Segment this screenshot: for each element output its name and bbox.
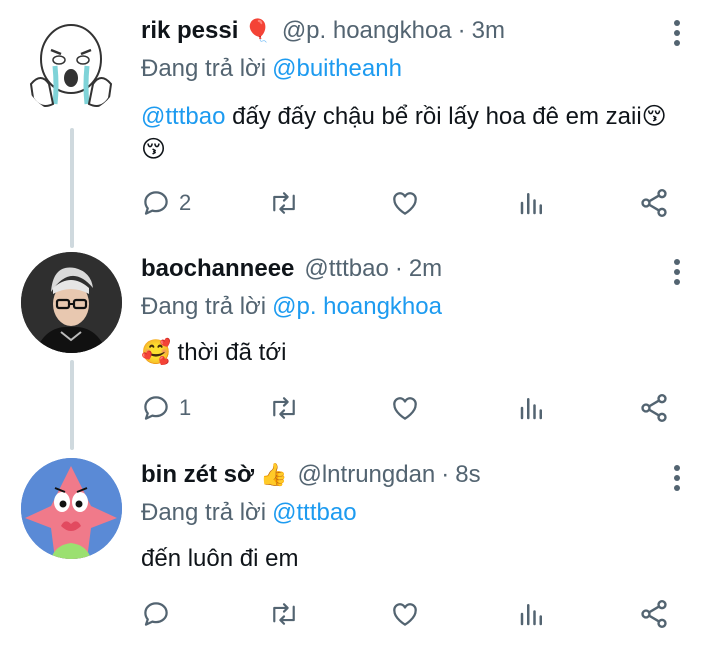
like-button[interactable] — [390, 597, 420, 631]
separator-dot: · — [441, 461, 450, 488]
replying-to: Đang trả lời @buitheanh — [141, 54, 669, 84]
retweet-button[interactable] — [267, 186, 301, 220]
replying-to-label: Đang trả lời — [141, 55, 267, 82]
reply-count: 1 — [179, 395, 192, 420]
retweet-button[interactable] — [267, 391, 301, 425]
share-icon — [641, 394, 667, 422]
tweet[interactable]: baochanneee @tttbao · 2m Đang trả lời @p.… — [0, 240, 719, 440]
thumbs-up-emoji: 👍 — [260, 462, 288, 487]
replying-to: Đang trả lời @tttbao — [141, 498, 669, 528]
analytics-button[interactable] — [517, 391, 547, 425]
action-bar: 1 — [141, 391, 681, 425]
tweet[interactable]: rik pessi 🎈 @p. hoangkhoa · 3m Đang trả … — [0, 0, 719, 235]
pink-starfish-avatar — [21, 458, 122, 559]
user-handle[interactable]: @lntrungdan — [297, 460, 435, 490]
more-options-icon[interactable] — [665, 462, 689, 492]
reply-icon — [144, 191, 168, 215]
body-mention[interactable]: @tttbao — [141, 103, 225, 130]
timestamp[interactable]: 3m — [472, 16, 505, 46]
share-button[interactable] — [638, 597, 670, 631]
like-button[interactable] — [390, 186, 420, 220]
separator-dot: · — [394, 255, 403, 282]
action-bar — [141, 597, 681, 631]
tweet-content: bin zét sờ 👍 @lntrungdan · 8s Đang trả l… — [141, 460, 669, 575]
timestamp[interactable]: 2m — [409, 254, 442, 284]
retweet-icon — [273, 192, 295, 214]
analytics-icon — [520, 604, 542, 626]
retweet-button[interactable] — [267, 597, 301, 631]
tweet-body: đến luôn đi em — [141, 545, 299, 572]
analytics-button[interactable] — [517, 186, 547, 220]
balloon-emoji: 🎈 — [244, 18, 272, 43]
reply-icon — [144, 396, 168, 420]
avatar[interactable] — [21, 458, 122, 559]
reply-button[interactable] — [141, 597, 179, 631]
reply-icon — [144, 602, 168, 626]
tweet-text: @tttbao đấy đấy chậu bể rồi lấy hoa đê e… — [141, 100, 669, 166]
action-bar: 2 — [141, 186, 681, 220]
tweet-body: 🥰 thời đã tới — [141, 339, 287, 366]
like-icon — [393, 603, 417, 626]
like-button[interactable] — [390, 391, 420, 425]
share-icon — [641, 600, 667, 628]
tweet-text: 🥰 thời đã tới — [141, 336, 669, 369]
tweet-header: bin zét sờ 👍 @lntrungdan · 8s — [141, 460, 669, 490]
tweet-text: đến luôn đi em — [141, 542, 669, 575]
display-name[interactable]: baochanneee — [141, 254, 294, 284]
tweet-content: baochanneee @tttbao · 2m Đang trả lời @p.… — [141, 254, 669, 369]
avatar[interactable] — [21, 252, 122, 353]
avatar[interactable] — [21, 14, 122, 115]
replying-to-mention[interactable]: @tttbao — [272, 499, 356, 526]
replying-to-label: Đang trả lời — [141, 293, 267, 320]
share-icon — [641, 189, 667, 217]
reply-thread: rik pessi 🎈 @p. hoangkhoa · 3m Đang trả … — [0, 0, 719, 652]
share-button[interactable] — [638, 186, 670, 220]
analytics-icon — [520, 398, 542, 420]
reply-button[interactable]: 1 — [141, 391, 191, 425]
reply-button[interactable]: 2 — [141, 186, 191, 220]
like-icon — [393, 397, 417, 420]
more-options-icon[interactable] — [665, 17, 689, 47]
share-button[interactable] — [638, 391, 670, 425]
more-options-icon[interactable] — [665, 256, 689, 286]
retweet-icon — [273, 603, 295, 625]
replying-to: Đang trả lời @p. hoangkhoa — [141, 292, 669, 322]
meme-face-avatar — [29, 24, 113, 107]
retweet-icon — [273, 397, 295, 419]
person-glasses-avatar — [21, 252, 122, 353]
reply-count: 2 — [179, 190, 192, 215]
timestamp[interactable]: 8s — [455, 460, 480, 490]
replying-to-mention[interactable]: @p. hoangkhoa — [272, 293, 442, 320]
user-handle[interactable]: @tttbao — [304, 254, 388, 284]
display-name[interactable]: rik pessi — [141, 16, 238, 46]
display-name[interactable]: bin zét sờ — [141, 460, 254, 490]
analytics-icon — [520, 193, 542, 215]
tweet[interactable]: bin zét sờ 👍 @lntrungdan · 8s Đang trả l… — [0, 446, 719, 652]
analytics-button[interactable] — [517, 597, 547, 631]
tweet-header: rik pessi 🎈 @p. hoangkhoa · 3m — [141, 16, 669, 46]
tweet-header: baochanneee @tttbao · 2m — [141, 254, 669, 284]
like-icon — [393, 192, 417, 215]
user-handle[interactable]: @p. hoangkhoa — [282, 16, 452, 46]
separator-dot: · — [457, 17, 466, 44]
replying-to-label: Đang trả lời — [141, 499, 267, 526]
replying-to-mention[interactable]: @buitheanh — [272, 55, 402, 82]
tweet-content: rik pessi 🎈 @p. hoangkhoa · 3m Đang trả … — [141, 16, 669, 166]
